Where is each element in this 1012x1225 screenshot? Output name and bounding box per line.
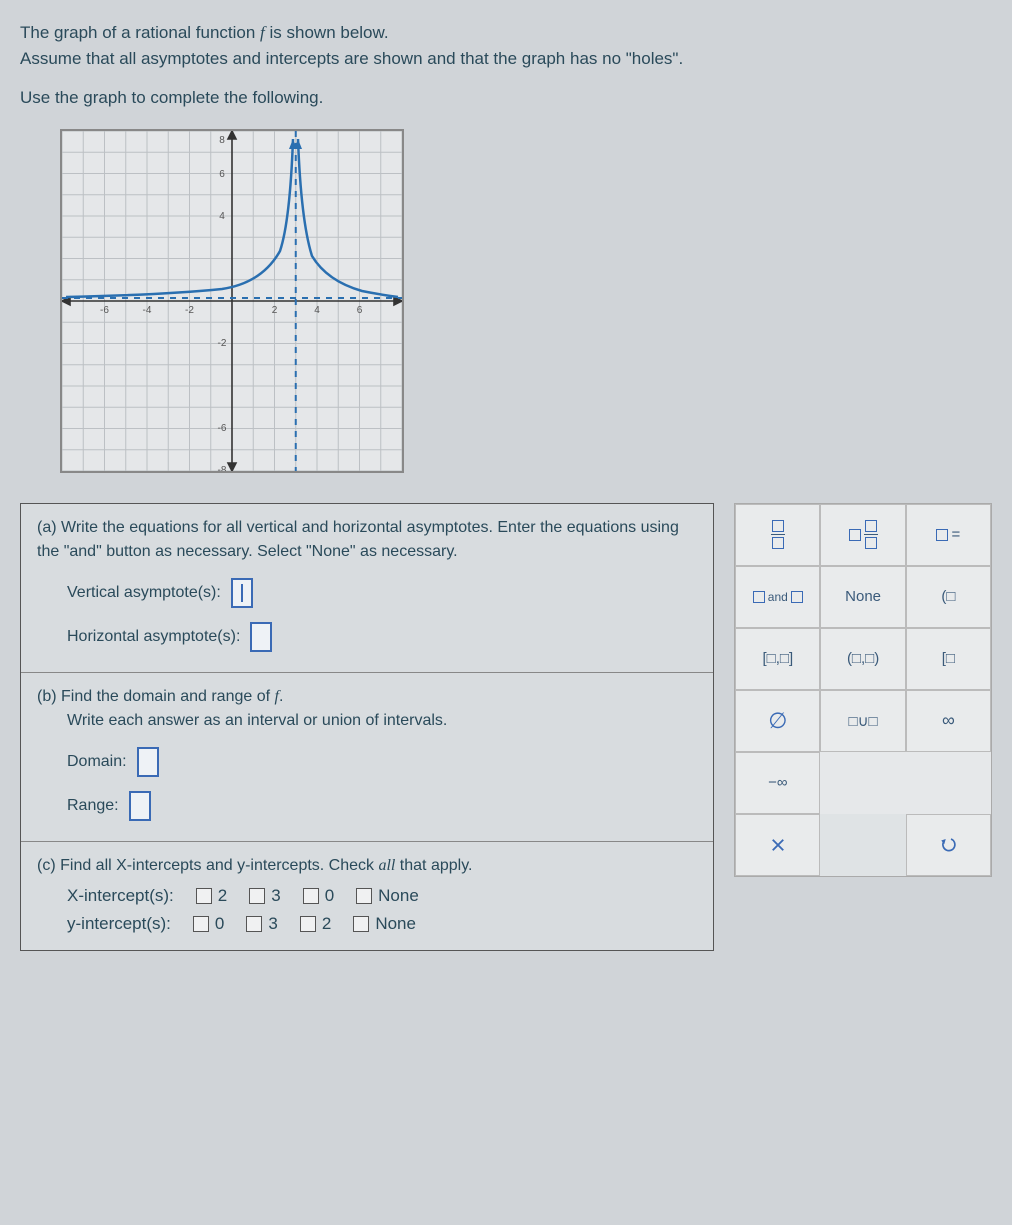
horizontal-asymptote-label: Horizontal asymptote(s): (67, 628, 240, 646)
function-graph: -6 -4 -2 2 4 6 6 4 -2 -6 -8 8 (60, 129, 404, 473)
symbol-palette: □== and None (□ [□,□] (□,□) [□ ∅ □∪□ ∞ −… (734, 503, 992, 877)
horizontal-asymptote-input[interactable] (250, 622, 272, 652)
palette-clear-button[interactable] (735, 814, 820, 876)
vertical-asymptote-label: Vertical asymptote(s): (67, 584, 221, 602)
y-opt-2[interactable]: 2 (300, 914, 331, 934)
y-opt-0[interactable]: 0 (193, 914, 224, 934)
y-intercept-label: y-intercept(s): (67, 914, 171, 934)
svg-text:-6: -6 (218, 423, 227, 434)
undo-icon (939, 836, 957, 854)
graph-container: -6 -4 -2 2 4 6 6 4 -2 -6 -8 8 (60, 129, 952, 473)
part-a-text: Write the equations for all vertical and… (37, 519, 679, 560)
range-input[interactable] (129, 791, 151, 821)
intro-line2: Assume that all asymptotes and intercept… (20, 49, 683, 68)
part-c-all: all (378, 857, 395, 874)
domain-label: Domain: (67, 753, 127, 771)
range-label: Range: (67, 797, 119, 815)
palette-equals[interactable]: □== (906, 504, 991, 566)
part-c-label: (c) (37, 857, 56, 874)
palette-fraction[interactable] (735, 504, 820, 566)
x-opt-3[interactable]: None (356, 886, 419, 906)
close-icon (769, 836, 787, 854)
palette-empty-set[interactable]: ∅ (735, 690, 820, 752)
part-b-textb: . (279, 688, 283, 705)
domain-input[interactable] (137, 747, 159, 777)
svg-text:2: 2 (272, 305, 278, 316)
svg-text:6: 6 (219, 169, 225, 180)
x-opt-2[interactable]: 0 (303, 886, 334, 906)
part-c-texta: Find all X-intercepts and y-intercepts. … (60, 857, 378, 874)
palette-none[interactable]: None (820, 566, 905, 628)
x-intercept-label: X-intercept(s): (67, 886, 174, 906)
svg-text:4: 4 (314, 305, 320, 316)
part-b-label: (b) (37, 688, 57, 705)
question-box: (a) Write the equations for all vertical… (20, 503, 714, 951)
palette-open-paren[interactable]: (□ (906, 566, 991, 628)
svg-text:4: 4 (219, 211, 225, 222)
svg-text:-2: -2 (185, 305, 194, 316)
svg-text:-2: -2 (218, 338, 227, 349)
palette-neg-infinity[interactable]: −∞ (735, 752, 820, 814)
palette-infinity[interactable]: ∞ (906, 690, 991, 752)
palette-half-interval[interactable]: [□ (906, 628, 991, 690)
y-opt-3[interactable]: None (353, 914, 416, 934)
intro-line3: Use the graph to complete the following. (20, 88, 323, 107)
palette-undo-button[interactable] (906, 814, 991, 876)
intro-line1a: The graph of a rational function (20, 23, 260, 42)
svg-text:-8: -8 (218, 465, 227, 471)
palette-and[interactable]: and (735, 566, 820, 628)
x-opt-0[interactable]: 2 (196, 886, 227, 906)
palette-union[interactable]: □∪□ (820, 690, 905, 752)
palette-open-interval[interactable]: (□,□) (820, 628, 905, 690)
y-opt-1[interactable]: 3 (246, 914, 277, 934)
svg-text:8: 8 (219, 135, 225, 146)
part-a: (a) Write the equations for all vertical… (21, 504, 713, 673)
palette-mixed-fraction[interactable] (820, 504, 905, 566)
part-c-textb: that apply. (395, 857, 472, 874)
palette-closed-interval[interactable]: [□,□] (735, 628, 820, 690)
part-b: (b) Find the domain and range of f. Writ… (21, 673, 713, 842)
part-a-label: (a) (37, 519, 57, 536)
problem-intro: The graph of a rational function f is sh… (20, 20, 992, 111)
svg-text:6: 6 (357, 305, 363, 316)
part-b-texta: Find the domain and range of (61, 688, 274, 705)
svg-text:-6: -6 (100, 305, 109, 316)
intro-line1b: is shown below. (265, 23, 389, 42)
part-b-sub: Write each answer as an interval or unio… (67, 712, 447, 729)
x-opt-1[interactable]: 3 (249, 886, 280, 906)
part-c: (c) Find all X-intercepts and y-intercep… (21, 842, 713, 950)
vertical-asymptote-input[interactable] (231, 578, 253, 608)
svg-text:-4: -4 (143, 305, 152, 316)
